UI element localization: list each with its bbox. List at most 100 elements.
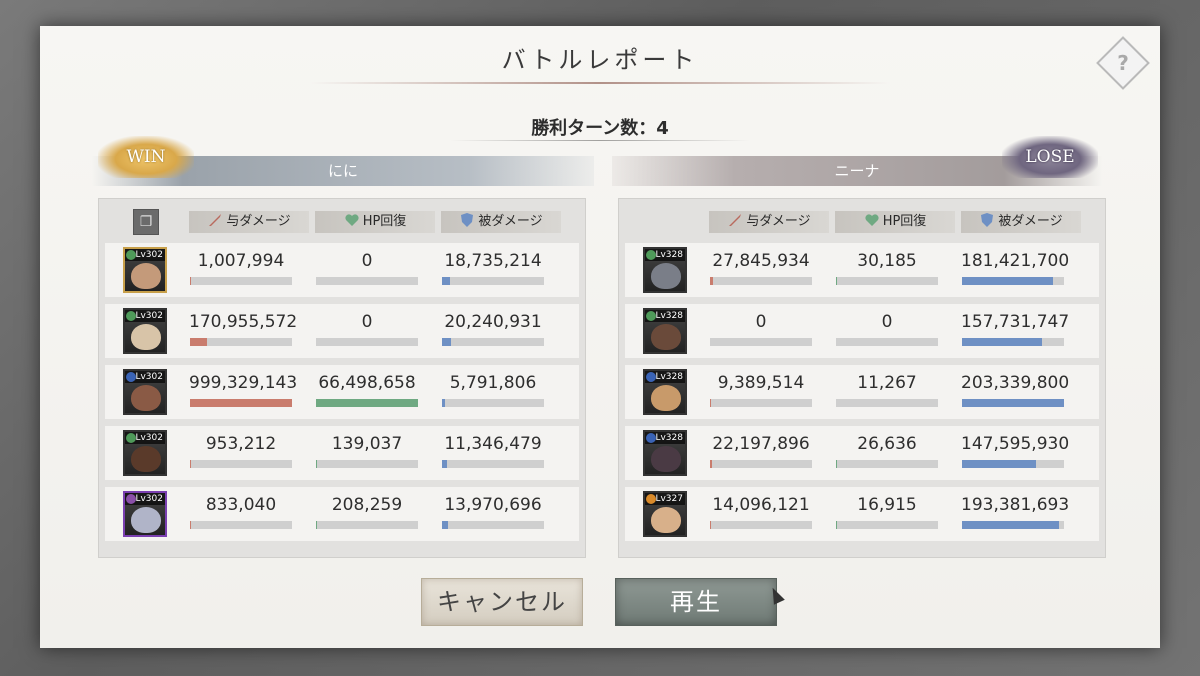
taken-bar-fill <box>442 399 446 407</box>
damage-value: 953,212 <box>205 434 277 454</box>
damage-value: 22,197,896 <box>712 434 810 454</box>
left-player-name: にに <box>327 162 358 180</box>
damage-bar-fill <box>190 277 192 285</box>
lose-badge: LOSE <box>1002 136 1098 178</box>
heal-bar <box>836 277 938 285</box>
copy-icon[interactable]: ❐ <box>133 209 159 235</box>
victory-turn-count: 勝利ターン数：4 <box>531 118 669 139</box>
heal-bar <box>316 460 418 468</box>
taken-bar <box>962 521 1064 529</box>
damage-bar <box>190 338 292 346</box>
heart-icon <box>864 212 880 228</box>
element-icon <box>126 250 136 260</box>
taken-value: 18,735,214 <box>444 251 542 271</box>
damage-bar-fill <box>710 521 712 529</box>
portrait-face <box>131 446 161 472</box>
unit-portrait[interactable]: Lv302 <box>123 491 167 537</box>
unit-portrait[interactable]: Lv302 <box>123 430 167 476</box>
header-taken: 被ダメージ <box>961 211 1081 233</box>
damage-bar <box>190 399 292 407</box>
taken-value: 13,970,696 <box>444 495 542 515</box>
unit-portrait[interactable]: Lv302 <box>123 247 167 293</box>
heal-bar <box>836 521 938 529</box>
unit-row: Lv327 14,096,121 16,915 193,381,693 <box>625 487 1099 541</box>
unit-portrait[interactable]: Lv328 <box>643 369 687 415</box>
taken-bar <box>442 460 544 468</box>
heal-value: 26,636 <box>857 434 917 454</box>
taken-bar <box>442 277 544 285</box>
heal-value: 30,185 <box>857 251 917 271</box>
element-icon <box>126 494 136 504</box>
portrait-face <box>131 385 161 411</box>
heal-value: 0 <box>361 251 373 271</box>
heal-value: 0 <box>881 312 893 332</box>
heal-bar-fill <box>836 521 838 529</box>
taken-bar-fill <box>962 460 1037 468</box>
damage-bar <box>710 338 812 346</box>
portrait-face <box>131 324 161 350</box>
heal-bar <box>836 460 938 468</box>
damage-value: 0 <box>755 312 767 332</box>
taken-bar-fill <box>442 521 449 529</box>
taken-value: 193,381,693 <box>961 495 1070 515</box>
heal-bar <box>316 277 418 285</box>
damage-bar <box>190 460 292 468</box>
unit-row: Lv302 833,040 208,259 13,970,696 <box>105 487 579 541</box>
damage-value: 1,007,994 <box>197 251 285 271</box>
heal-value: 16,915 <box>857 495 917 515</box>
taken-bar-fill <box>962 399 1064 407</box>
turn-divider <box>450 140 750 141</box>
unit-portrait[interactable]: Lv302 <box>123 308 167 354</box>
cancel-button[interactable]: キャンセル <box>421 578 583 626</box>
header-taken: 被ダメージ <box>441 211 561 233</box>
taken-bar-fill <box>962 277 1053 285</box>
unit-row: Lv302 953,212 139,037 11,346,479 <box>105 426 579 480</box>
damage-bar-fill <box>710 460 713 468</box>
taken-bar <box>442 399 544 407</box>
taken-value: 157,731,747 <box>961 312 1070 332</box>
portrait-face <box>651 385 681 411</box>
unit-row: Lv302 1,007,994 0 18,735,214 <box>105 243 579 297</box>
taken-bar <box>962 277 1064 285</box>
damage-bar <box>710 460 812 468</box>
damage-bar <box>710 521 812 529</box>
heal-bar-fill <box>836 460 838 468</box>
portrait-face <box>131 507 161 533</box>
heal-value: 66,498,658 <box>318 373 416 393</box>
damage-bar <box>190 521 292 529</box>
unit-portrait[interactable]: Lv328 <box>643 308 687 354</box>
heal-bar <box>836 399 938 407</box>
damage-bar-fill <box>190 338 208 346</box>
replay-button[interactable]: 再生 <box>615 578 777 626</box>
element-icon <box>646 494 656 504</box>
taken-bar <box>962 399 1064 407</box>
heal-value: 11,267 <box>857 373 917 393</box>
taken-value: 11,346,479 <box>444 434 542 454</box>
heal-bar-fill <box>836 277 838 285</box>
taken-value: 20,240,931 <box>444 312 542 332</box>
damage-bar <box>710 277 812 285</box>
unit-row: Lv302 999,329,143 66,498,658 5,791,806 <box>105 365 579 419</box>
unit-portrait[interactable]: Lv302 <box>123 369 167 415</box>
element-icon <box>126 311 136 321</box>
unit-row: Lv328 0 0 157,731,747 <box>625 304 1099 358</box>
unit-portrait[interactable]: Lv327 <box>643 491 687 537</box>
title-divider <box>310 82 890 84</box>
unit-row: Lv328 9,389,514 11,267 203,339,800 <box>625 365 1099 419</box>
heal-value: 139,037 <box>331 434 403 454</box>
damage-bar-fill <box>710 277 714 285</box>
dialog-title: バトルレポート <box>501 46 699 74</box>
damage-value: 999,329,143 <box>189 373 298 393</box>
taken-value: 147,595,930 <box>961 434 1070 454</box>
taken-bar-fill <box>962 521 1059 529</box>
unit-row: Lv328 27,845,934 30,185 181,421,700 <box>625 243 1099 297</box>
unit-portrait[interactable]: Lv328 <box>643 430 687 476</box>
header-damage: 与ダメージ <box>709 211 829 233</box>
damage-bar <box>710 399 812 407</box>
portrait-face <box>651 446 681 472</box>
unit-portrait[interactable]: Lv328 <box>643 247 687 293</box>
damage-bar-fill <box>190 521 192 529</box>
portrait-face <box>651 507 681 533</box>
element-icon <box>646 311 656 321</box>
question-icon: ? <box>1117 51 1129 75</box>
